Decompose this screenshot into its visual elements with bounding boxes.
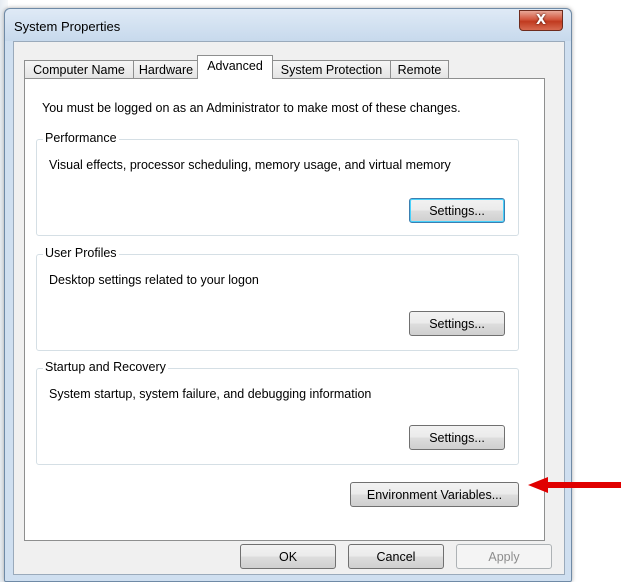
tab-label: System Protection [280, 63, 383, 77]
startup-recovery-group: Startup and Recovery System startup, sys… [36, 360, 519, 465]
button-label: Settings... [429, 316, 485, 331]
tab-label: Computer Name [33, 63, 125, 77]
system-properties-window: System Properties X Computer Name Hardwa… [4, 8, 572, 582]
close-button[interactable]: X [519, 10, 563, 31]
performance-description: Visual effects, processor scheduling, me… [49, 158, 451, 172]
title-bar[interactable]: System Properties X [5, 9, 571, 41]
tab-label: Advanced [207, 58, 263, 73]
performance-group: Performance Visual effects, processor sc… [36, 131, 519, 236]
startup-recovery-title: Startup and Recovery [43, 360, 168, 374]
button-label: Apply [488, 549, 520, 564]
advanced-tab-panel: You must be logged on as an Administrato… [24, 78, 545, 541]
tab-label: Remote [397, 63, 442, 77]
tab-computer-name[interactable]: Computer Name [24, 60, 134, 79]
environment-variables-button[interactable]: Environment Variables... [350, 482, 519, 507]
ok-button[interactable]: OK [240, 544, 336, 569]
tab-advanced[interactable]: Advanced [197, 55, 273, 79]
performance-title: Performance [43, 131, 119, 145]
annotation-arrow-icon [528, 477, 621, 493]
admin-notice: You must be logged on as an Administrato… [42, 101, 461, 115]
button-label: Cancel [376, 549, 416, 564]
user-profiles-group: User Profiles Desktop settings related t… [36, 246, 519, 351]
startup-recovery-settings-button[interactable]: Settings... [409, 425, 505, 450]
tab-label: Hardware [138, 63, 194, 77]
dialog-client-area: Computer Name Hardware Advanced System P… [13, 41, 565, 575]
tab-hardware[interactable]: Hardware [133, 60, 199, 79]
startup-recovery-description: System startup, system failure, and debu… [49, 387, 372, 401]
button-label: Environment Variables... [366, 487, 503, 502]
button-label: OK [278, 549, 298, 564]
close-icon: X [535, 13, 547, 28]
button-label: Settings... [429, 430, 485, 445]
button-label: Settings... [429, 203, 485, 218]
user-profiles-description: Desktop settings related to your logon [49, 273, 259, 287]
performance-settings-button[interactable]: Settings... [409, 198, 505, 223]
user-profiles-settings-button[interactable]: Settings... [409, 311, 505, 336]
user-profiles-title: User Profiles [43, 246, 119, 260]
apply-button[interactable]: Apply [456, 544, 552, 569]
tab-remote[interactable]: Remote [390, 60, 449, 79]
tab-system-protection[interactable]: System Protection [272, 60, 391, 79]
window-title: System Properties [14, 19, 121, 34]
cancel-button[interactable]: Cancel [348, 544, 444, 569]
